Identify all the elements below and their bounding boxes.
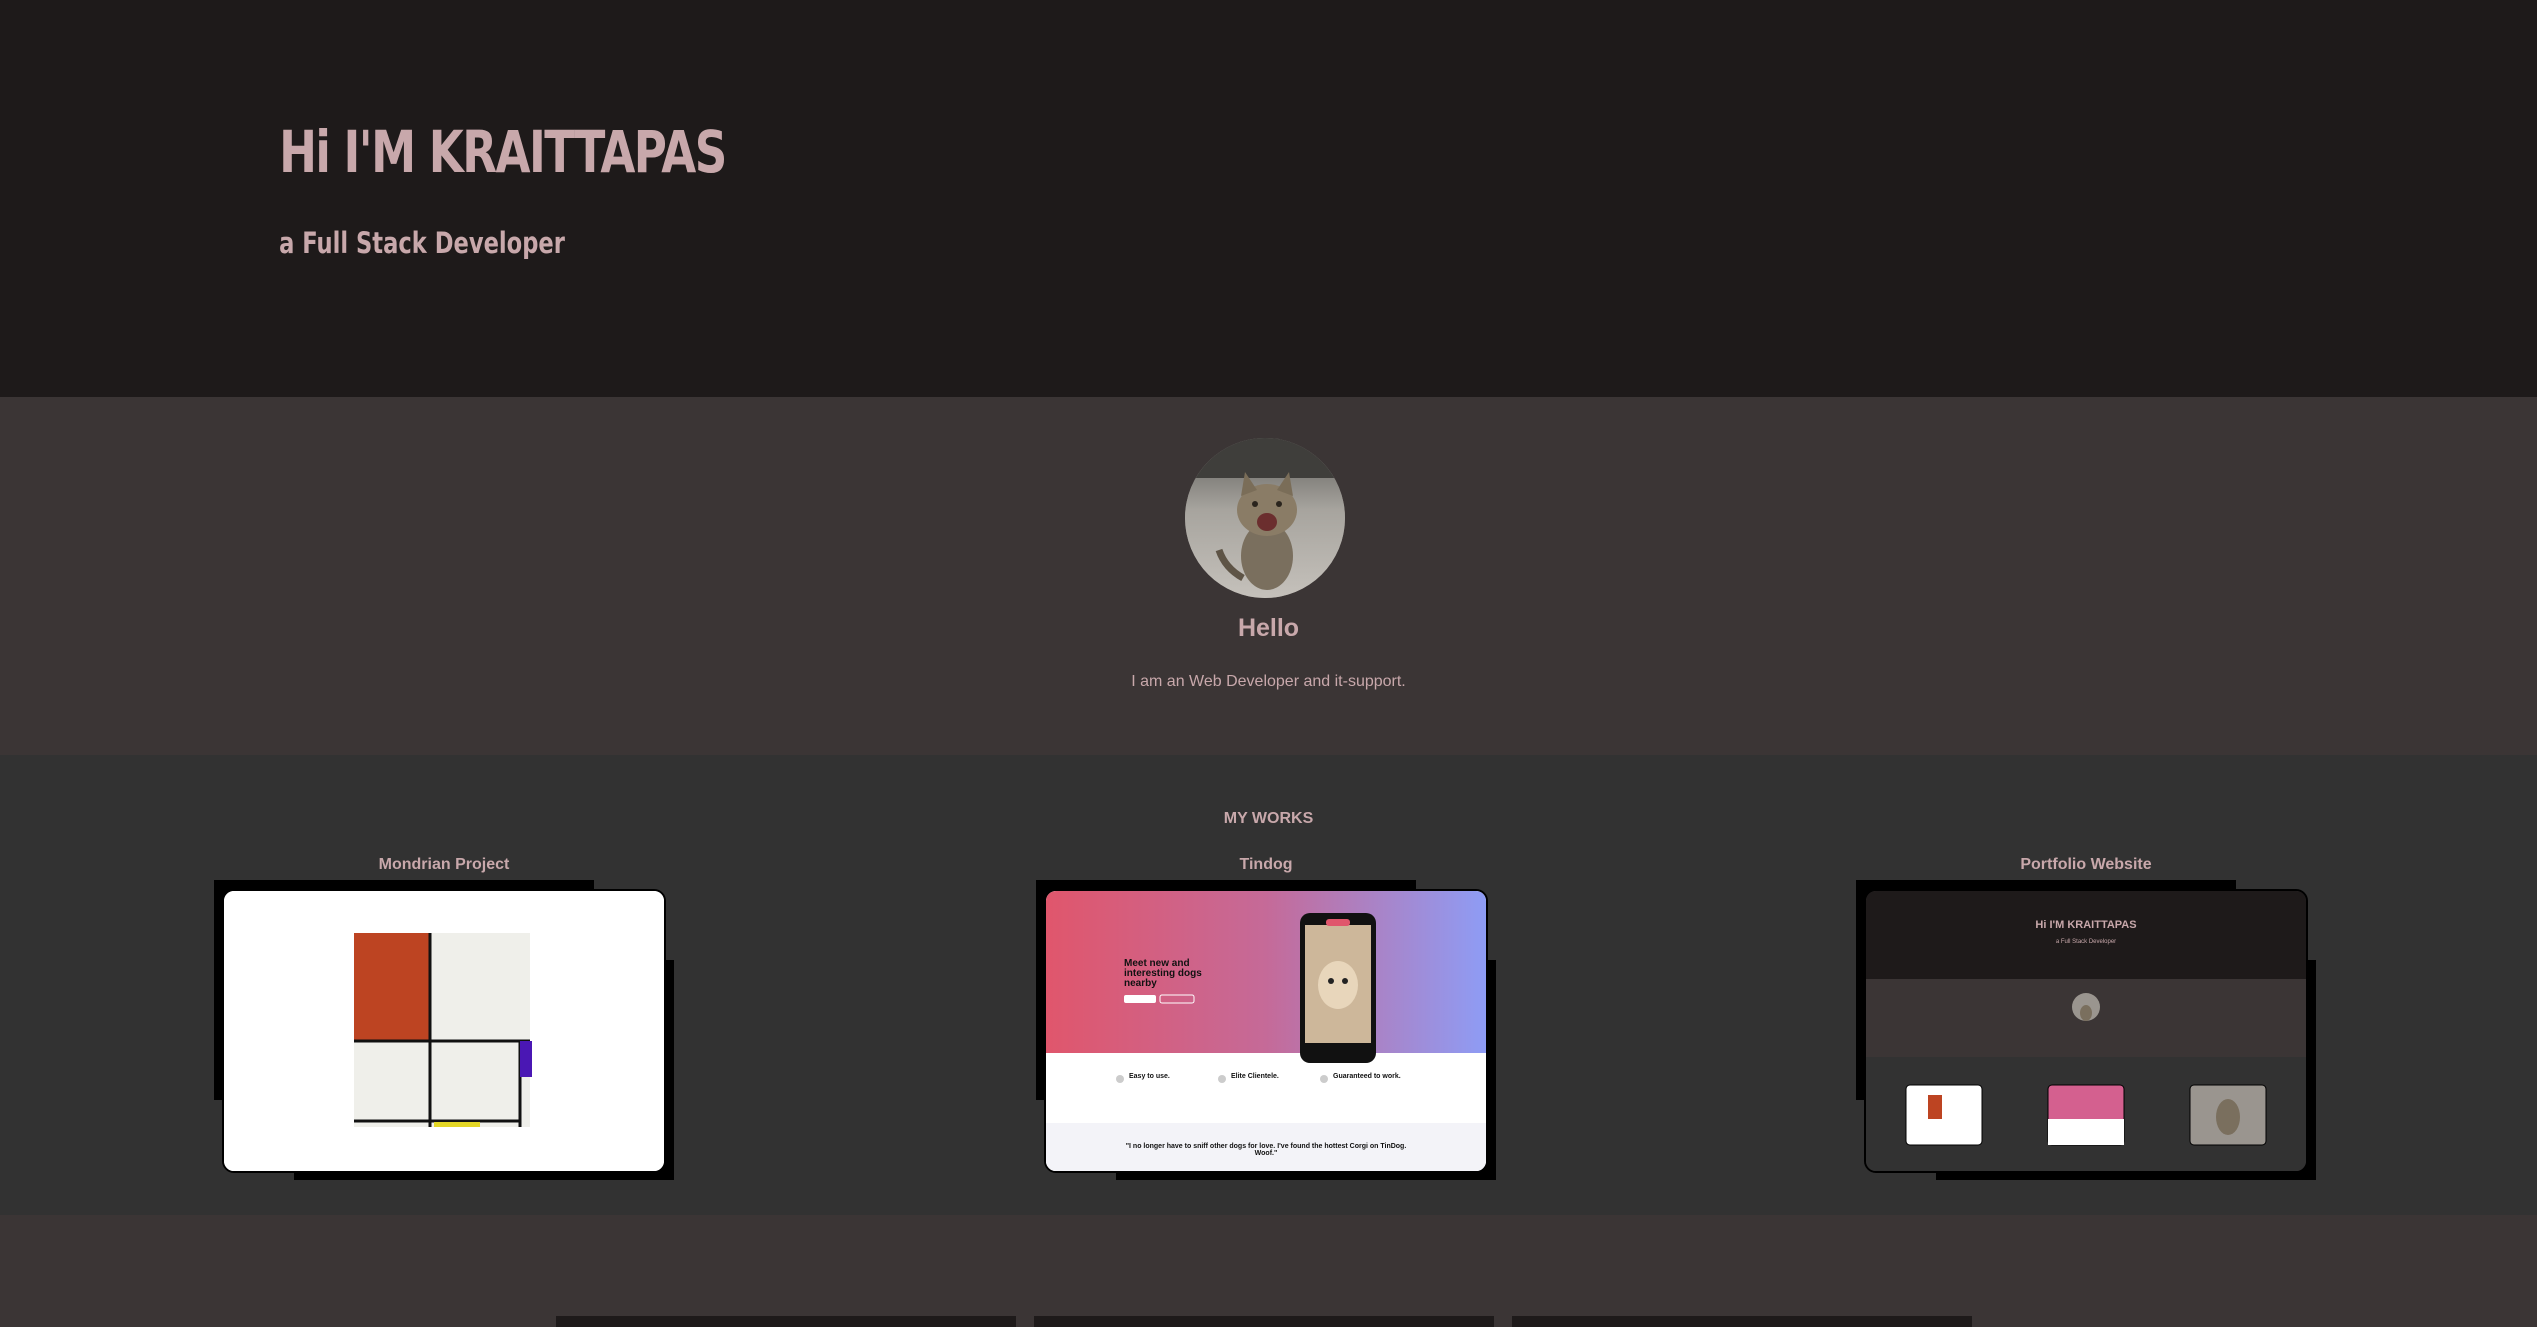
portfolio-preview-title: Hi I'M KRAITTAPAS: [2035, 919, 2137, 931]
work-card-portfolio[interactable]: Hi I'M KRAITTAPAS a Full Stack Developer: [1864, 889, 2308, 1173]
tindog-headline: Meet new and interesting dogs nearby: [1124, 958, 1202, 989]
tindog-preview-image: [1046, 891, 1486, 1171]
contact-section: [0, 1215, 2537, 1327]
portfolio-preview-subtitle: a Full Stack Developer: [2055, 939, 2117, 945]
about-title: Hello: [1237, 614, 1300, 642]
tindog-testimonial: "I no longer have to sniff other dogs fo…: [1125, 1143, 1407, 1157]
hero-section: [0, 0, 2537, 397]
cat-photo-image: [1185, 438, 1345, 598]
work-title-tindog: Tindog: [1239, 856, 1293, 873]
profile-avatar: [1185, 438, 1345, 598]
footer-block: [556, 1316, 1016, 1327]
footer-block: [1034, 1316, 1494, 1327]
mondrian-preview-image: [224, 891, 664, 1171]
work-card-tindog[interactable]: Meet new and interesting dogs nearby Eas…: [1044, 889, 1488, 1173]
tindog-feature: Elite Clientele.: [1231, 1073, 1279, 1080]
work-card-mondrian[interactable]: [222, 889, 666, 1173]
tindog-feature: Easy to use.: [1129, 1073, 1170, 1080]
tindog-feature: Guaranteed to work.: [1333, 1073, 1401, 1080]
work-title-portfolio: Portfolio Website: [2020, 856, 2152, 873]
hero-title: Hi I'M KRAITTAPAS: [279, 118, 727, 186]
work-title-mondrian: Mondrian Project: [378, 856, 510, 873]
hero-subtitle: a Full Stack Developer: [279, 226, 565, 260]
portfolio-preview-image: [1866, 891, 2306, 1171]
about-text: I am an Web Developer and it-support.: [1131, 673, 1406, 690]
footer-block: [1512, 1316, 1972, 1327]
works-heading: MY WORKS: [1223, 810, 1314, 827]
